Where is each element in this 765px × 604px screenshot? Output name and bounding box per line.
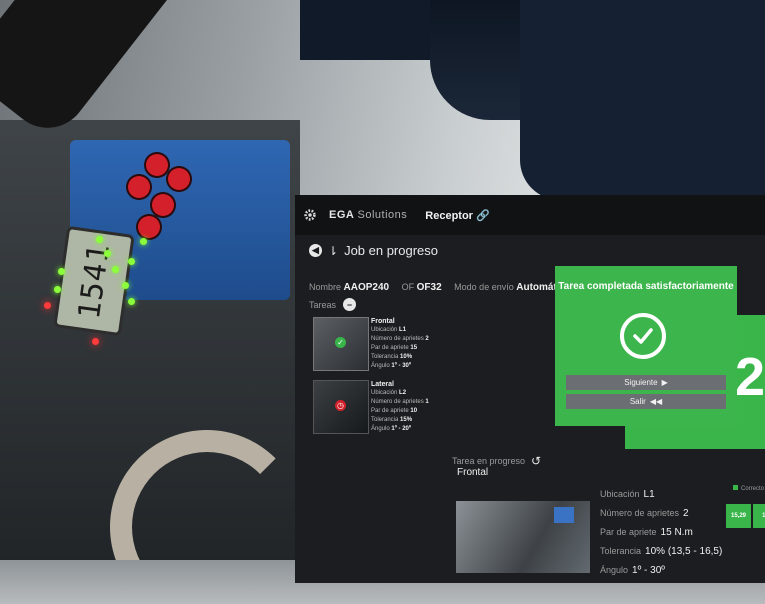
task-label: Par de apriete [371, 345, 409, 351]
result-cell: 15 [753, 504, 765, 528]
success-dialog: Tarea completada satisfactoriamente Sigu… [555, 266, 737, 426]
result-cell: 15,29 [726, 504, 751, 528]
detail-value: 2 [683, 508, 689, 519]
task-label: Tolerancia [371, 354, 399, 360]
page-title: Job en progreso [344, 243, 439, 258]
exit-label: Salir [629, 397, 646, 406]
task-value: 15 [410, 345, 418, 351]
task-label: Ubicación [371, 327, 398, 333]
detail-label: Ubicación [600, 489, 640, 499]
task-value: 10 [410, 408, 418, 414]
wrench-led [140, 238, 147, 245]
wrench-led [104, 250, 111, 257]
rewind-icon: ◀◀ [649, 397, 663, 406]
nombre-value: AAOP240 [343, 282, 390, 293]
photo-blue-part [554, 507, 574, 523]
task-label: Ángulo [371, 426, 390, 432]
check-icon: ✓ [335, 337, 346, 348]
modo-label: Modo de envío [454, 282, 514, 292]
wrench-button-up [146, 154, 168, 176]
of-value: OF32 [416, 282, 442, 293]
task-label: Ubicación [371, 390, 398, 396]
current-task-name: Frontal [457, 467, 489, 478]
current-task-photo [456, 501, 590, 573]
legend-swatch [733, 485, 738, 490]
wrench-led [96, 236, 103, 243]
brand-name: EGA [329, 209, 354, 221]
sort-icon: ⇂ [328, 243, 339, 258]
detail-value: 10% (13,5 - 16,5) [645, 546, 723, 557]
task-value: 10% [400, 354, 413, 360]
play-icon: ▶ [661, 378, 668, 387]
wrench-led [122, 282, 129, 289]
tareas-row: Tareas − [309, 298, 357, 311]
task-label: Tolerancia [371, 417, 399, 423]
wrench-led-red [44, 302, 51, 309]
correct-label: Correcto [741, 486, 765, 492]
wrench-led [58, 268, 65, 275]
task-name: Lateral [371, 381, 394, 388]
tareas-label: Tareas [309, 299, 337, 310]
current-task-label: Tarea en progreso [452, 456, 526, 466]
task-value: 1º - 30º [391, 363, 412, 369]
current-task-detail: Ubicación L1 Número de aprietes 2 Par de a… [600, 485, 722, 580]
brand-sub: Solutions [357, 209, 408, 221]
task-value: L1 [399, 327, 407, 333]
wrench-button-ok [152, 194, 174, 216]
correct-legend: Correcto [733, 485, 764, 492]
wrench-led [54, 286, 61, 293]
detail-value: 15 N.m [660, 527, 693, 538]
detail-value: 1º - 30º [632, 565, 665, 576]
task-name: Frontal [371, 318, 395, 325]
check-circle-icon [620, 313, 666, 359]
wrench-button-clear [138, 216, 160, 238]
collapse-icon[interactable]: − [343, 298, 357, 311]
receptor-link[interactable]: Receptor 🔗 [425, 209, 489, 222]
detail-value: L1 [643, 489, 655, 500]
detail-label: Tolerancia [600, 546, 642, 556]
receptor-label: Receptor [425, 209, 473, 222]
wrench-led [128, 258, 135, 265]
next-label: Siguiente [624, 378, 658, 387]
task-item-frontal[interactable]: ✓ Frontal Ubicación L1 Número de apriete… [313, 317, 453, 375]
task-value: 1º - 20º [391, 426, 412, 432]
task-label: Número de aprietes [371, 336, 424, 342]
detail-label: Par de apriete [600, 527, 657, 537]
page-title-row: ◀ ⇂ Job en progreso [309, 243, 438, 258]
task-value: 2 [425, 336, 429, 342]
wrench-led [112, 266, 119, 273]
current-task-header: Tarea en progreso ↺ [452, 454, 541, 468]
undo-icon[interactable]: ↺ [531, 454, 541, 468]
job-meta: Nombre AAOP240 OF OF32 Modo de envío Aut… [309, 282, 581, 293]
detail-label: Número de aprietes [600, 508, 680, 518]
link-icon: 🔗 [476, 209, 490, 222]
exit-button[interactable]: Salir ◀◀ [566, 394, 726, 409]
wrench-button-menu [128, 176, 150, 198]
task-value: L2 [399, 390, 407, 396]
task-info: Lateral Ubicación L2 Número de aprietes … [371, 380, 429, 434]
brand-logo: EGA Solutions [329, 209, 407, 221]
success-title: Tarea completada satisfactoriamente [558, 281, 734, 292]
clock-icon: ◷ [335, 400, 346, 411]
wrench-led [128, 298, 135, 305]
detail-label: Ángulo [600, 565, 629, 575]
top-bar: EGA Solutions Receptor 🔗 [295, 195, 765, 235]
task-label: Número de aprietes [371, 399, 424, 405]
task-label: Ángulo [371, 363, 390, 369]
back-arrow-icon[interactable]: ◀ [309, 244, 322, 257]
counter-value: 2 [735, 347, 765, 407]
task-value: 15% [400, 417, 413, 423]
operator-glove [520, 0, 765, 200]
task-label: Par de apriete [371, 408, 409, 414]
wrench-led-red [92, 338, 99, 345]
next-button[interactable]: Siguiente ▶ [566, 375, 726, 390]
nombre-label: Nombre [309, 282, 342, 292]
wrench-display: 1541 [53, 225, 135, 337]
wrench-button-down [168, 168, 190, 190]
task-item-lateral[interactable]: ◷ Lateral Ubicación L2 Número de apriete… [313, 380, 453, 438]
gear-icon[interactable] [303, 208, 317, 222]
task-value: 1 [425, 399, 429, 405]
task-info: Frontal Ubicación L1 Número de aprietes … [371, 317, 429, 371]
of-label: OF [401, 282, 415, 292]
